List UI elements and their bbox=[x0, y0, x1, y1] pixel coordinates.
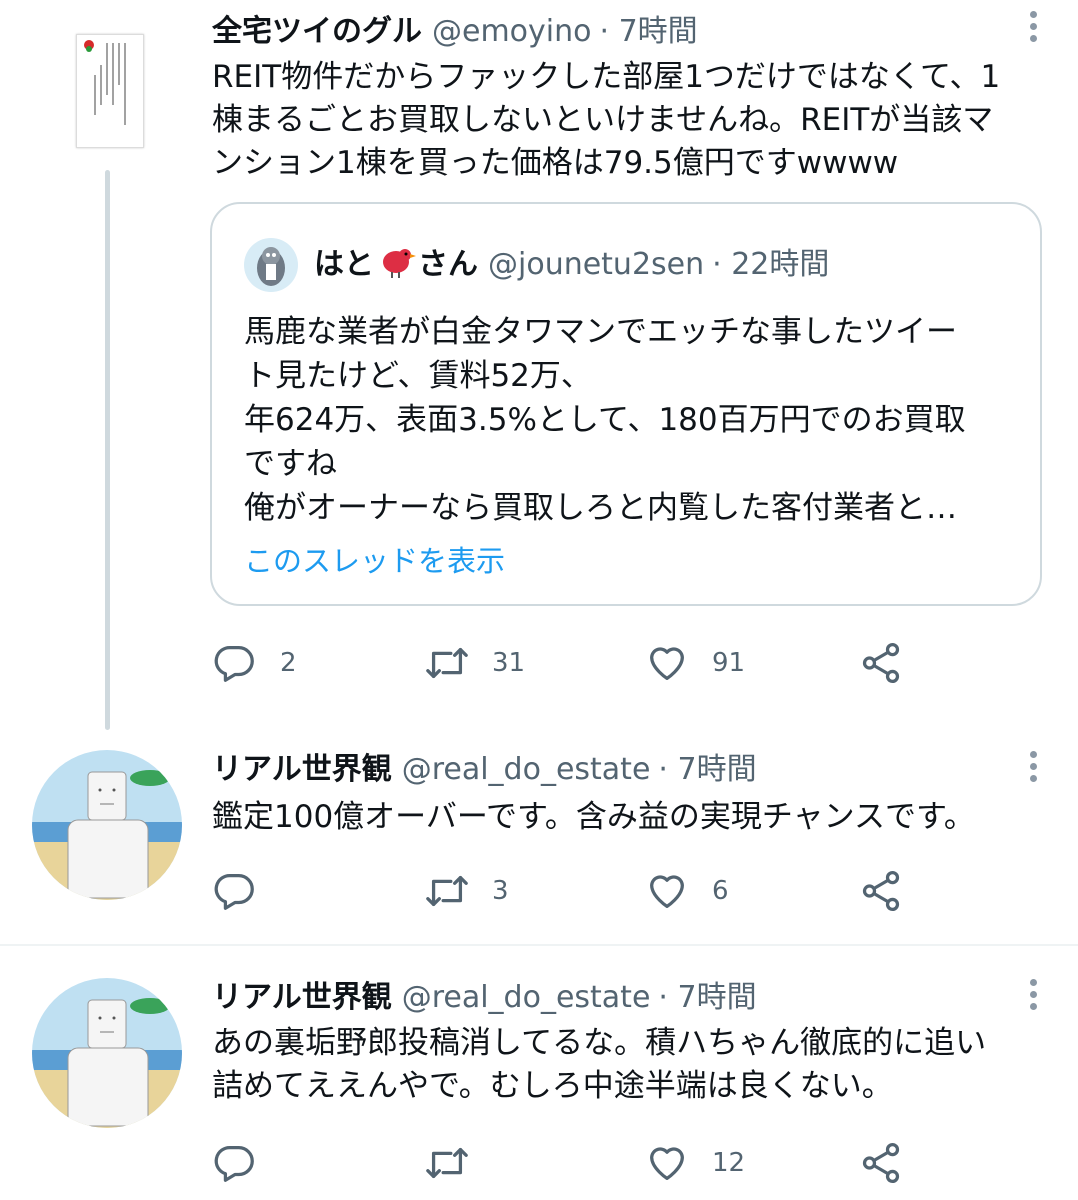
retweet-icon bbox=[424, 868, 470, 914]
quoted-header: はと さん @jounetu2sen · 22時間 bbox=[314, 244, 829, 285]
like-icon bbox=[644, 640, 690, 686]
like-count: 6 bbox=[712, 876, 729, 906]
timestamp[interactable]: · 7時間 bbox=[600, 14, 698, 49]
quoted-display-name[interactable]: はと bbox=[314, 247, 374, 282]
thread-line bbox=[105, 170, 110, 730]
avatar[interactable] bbox=[76, 34, 144, 148]
like-button[interactable]: 91 bbox=[644, 638, 745, 688]
share-button[interactable] bbox=[858, 866, 926, 916]
retweet-icon bbox=[424, 640, 470, 686]
like-icon bbox=[644, 868, 690, 914]
quoted-avatar[interactable] bbox=[244, 238, 298, 292]
share-icon bbox=[858, 1140, 904, 1186]
tweet-text: あの裏垢野郎投稿消してるな。積ハちゃん徹底的に追い 詰めてええんやで。むしろ中途… bbox=[212, 1022, 1042, 1108]
quoted-text-line: 年624万、表面3.5%として、180百万円でのお買取 bbox=[244, 402, 966, 438]
like-count: 12 bbox=[712, 1148, 746, 1178]
avatar-image bbox=[32, 978, 182, 1128]
more-icon[interactable] bbox=[1028, 748, 1038, 788]
tweet-actions: 12 bbox=[212, 1138, 972, 1188]
tweet-actions: 2 31 91 bbox=[212, 638, 972, 688]
quoted-display-name-suffix: さん bbox=[418, 247, 478, 282]
retweet-button[interactable]: 3 bbox=[424, 866, 509, 916]
timestamp[interactable]: · 7時間 bbox=[658, 752, 756, 787]
avatar-image bbox=[32, 750, 182, 900]
quoted-text: 馬鹿な業者が白金タワマンでエッチな事したツイー ト見たけど、賃料52万、 年62… bbox=[244, 310, 1014, 530]
share-icon bbox=[858, 868, 904, 914]
retweet-icon bbox=[424, 1140, 470, 1186]
share-icon bbox=[858, 640, 904, 686]
more-icon[interactable] bbox=[1028, 976, 1038, 1016]
reply-button[interactable]: 2 bbox=[212, 638, 297, 688]
tweet-text: REIT物件だからファックした部屋1つだけではなくて、1 棟まるごとお買取しない… bbox=[212, 56, 1042, 185]
show-thread-link[interactable]: このスレッドを表示 bbox=[244, 538, 505, 580]
tweet[interactable]: リアル世界観 @real_do_estate · 7時間 あの裏垢野郎投稿消してるな… bbox=[0, 946, 1078, 1200]
tweet-text-line: あの裏垢野郎投稿消してるな。積ハちゃん徹底的に追い bbox=[212, 1025, 987, 1061]
avatar[interactable] bbox=[32, 978, 182, 1128]
tweet-text-line: ンション1棟を買った価格は79.5億円ですwwww bbox=[212, 145, 899, 181]
retweet-count: 3 bbox=[492, 876, 509, 906]
like-icon bbox=[644, 1140, 690, 1186]
tweet-header: リアル世界観 @real_do_estate · 7時間 bbox=[212, 978, 757, 1018]
business-card-image bbox=[84, 40, 126, 125]
tweet-header: 全宅ツイのグル @emoyino · 7時間 bbox=[212, 12, 698, 52]
tweet[interactable]: リアル世界観 @real_do_estate · 7時間 鑑定100億オーバーです。… bbox=[0, 730, 1078, 944]
tweet-header: リアル世界観 @real_do_estate · 7時間 bbox=[212, 750, 757, 790]
timestamp[interactable]: · 7時間 bbox=[658, 980, 756, 1015]
reply-button[interactable] bbox=[212, 1138, 280, 1188]
quoted-text-line: 馬鹿な業者が白金タワマンでエッチな事したツイー bbox=[244, 314, 957, 350]
retweet-button[interactable] bbox=[424, 1138, 492, 1188]
tweet-text-line: 鑑定100億オーバーです。含み益の実現チャンスです。 bbox=[212, 799, 975, 835]
quoted-text-line: ですね bbox=[244, 446, 337, 482]
share-button[interactable] bbox=[858, 638, 926, 688]
retweet-count: 31 bbox=[492, 648, 526, 678]
tweet-actions: 3 6 bbox=[212, 866, 972, 916]
display-name[interactable]: リアル世界観 bbox=[212, 752, 392, 787]
quoted-text-line: 俺がオーナーなら買取しろと内覧した客付業者と… bbox=[244, 490, 957, 526]
more-icon[interactable] bbox=[1028, 8, 1038, 48]
like-count: 91 bbox=[712, 648, 746, 678]
display-name[interactable]: 全宅ツイのグル bbox=[212, 14, 422, 49]
tweet-text-line: REIT物件だからファックした部屋1つだけではなくて、1 bbox=[212, 59, 1001, 95]
reply-icon bbox=[212, 1140, 258, 1186]
tweet-text-line: 詰めてええんやで。むしろ中途半端は良くない。 bbox=[212, 1068, 893, 1104]
quoted-timestamp[interactable]: · 22時間 bbox=[712, 247, 829, 282]
quoted-text-line: ト見たけど、賃料52万、 bbox=[244, 358, 592, 394]
handle[interactable]: @real_do_estate bbox=[402, 752, 651, 787]
reply-icon bbox=[212, 640, 258, 686]
quoted-tweet[interactable]: はと さん @jounetu2sen · 22時間 馬鹿な業者が白金タワマンでエッチな… bbox=[210, 202, 1042, 606]
red-bird-icon bbox=[383, 249, 416, 278]
tweet-text: 鑑定100億オーバーです。含み益の実現チャンスです。 bbox=[212, 796, 1042, 839]
handle[interactable]: @real_do_estate bbox=[402, 980, 651, 1015]
reply-icon bbox=[212, 868, 258, 914]
like-button[interactable]: 6 bbox=[644, 866, 729, 916]
handle[interactable]: @emoyino bbox=[432, 14, 592, 49]
reply-count: 2 bbox=[280, 648, 297, 678]
avatar[interactable] bbox=[32, 750, 182, 900]
tweet-text-line: 棟まるごとお買取しないといけませんね。REITが当該マ bbox=[212, 102, 994, 138]
display-name[interactable]: リアル世界観 bbox=[212, 980, 392, 1015]
like-button[interactable]: 12 bbox=[644, 1138, 745, 1188]
retweet-button[interactable]: 31 bbox=[424, 638, 525, 688]
tweet[interactable]: 全宅ツイのグル @emoyino · 7時間 REIT物件だからファックした部屋1つ… bbox=[0, 0, 1078, 730]
reply-button[interactable] bbox=[212, 866, 280, 916]
quoted-handle[interactable]: @jounetu2sen bbox=[488, 247, 704, 282]
share-button[interactable] bbox=[858, 1138, 926, 1188]
